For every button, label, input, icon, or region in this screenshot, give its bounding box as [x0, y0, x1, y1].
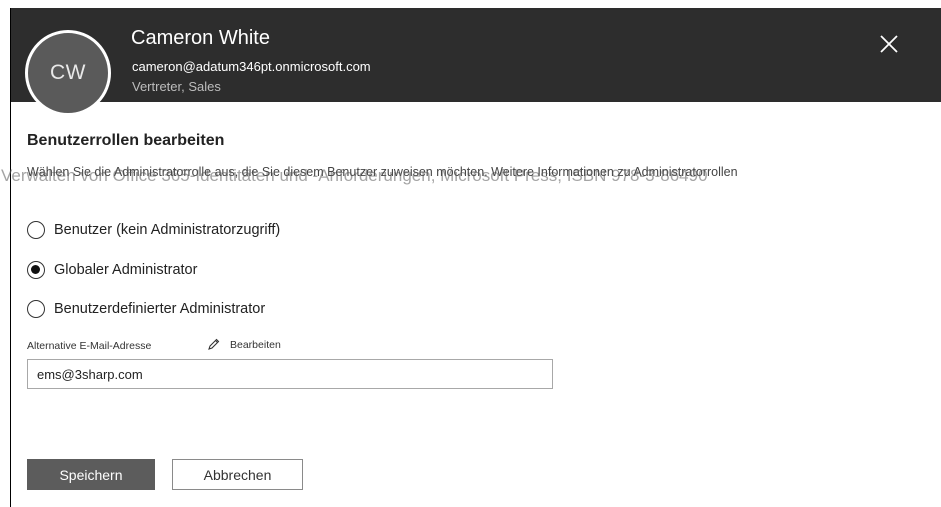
user-email: cameron@adatum346pt.onmicrosoft.com: [132, 59, 371, 74]
avatar: CW: [25, 30, 111, 116]
edit-label: Bearbeiten: [230, 338, 281, 351]
alt-email-label: Alternative E-Mail-Adresse: [27, 340, 152, 352]
role-option-global-admin[interactable]: Globaler Administrator: [27, 261, 197, 279]
role-description: Wählen Sie die Administratorrolle aus, d…: [27, 165, 738, 179]
user-role: Vertreter, Sales: [132, 79, 221, 94]
close-icon: [880, 35, 898, 53]
role-option-label: Benutzerdefinierter Administrator: [54, 301, 266, 317]
save-button[interactable]: Speichern: [27, 459, 155, 490]
radio-global-admin[interactable]: [27, 261, 45, 279]
role-option-custom-admin[interactable]: Benutzerdefinierter Administrator: [27, 300, 265, 318]
alt-email-input[interactable]: [27, 359, 553, 389]
edit-alt-email-link[interactable]: Bearbeiten: [207, 338, 281, 351]
pencil-icon: [208, 338, 220, 350]
close-button[interactable]: [877, 32, 901, 56]
user-header: CW Cameron White cameron@adatum346pt.onm…: [11, 8, 941, 116]
section-title: Benutzerrollen bearbeiten: [27, 132, 225, 149]
role-option-label: Benutzer (kein Administratorzugriff): [54, 222, 281, 238]
radio-custom-admin[interactable]: [27, 300, 45, 318]
cancel-button[interactable]: Abbrechen: [172, 459, 303, 490]
user-name: Cameron White: [131, 27, 270, 49]
role-option-label: Globaler Administrator: [54, 262, 198, 278]
edit-user-roles-panel: CW Cameron White cameron@adatum346pt.onm…: [1, 8, 941, 507]
role-option-user[interactable]: Benutzer (kein Administratorzugriff): [27, 221, 280, 239]
radio-user[interactable]: [27, 221, 45, 239]
